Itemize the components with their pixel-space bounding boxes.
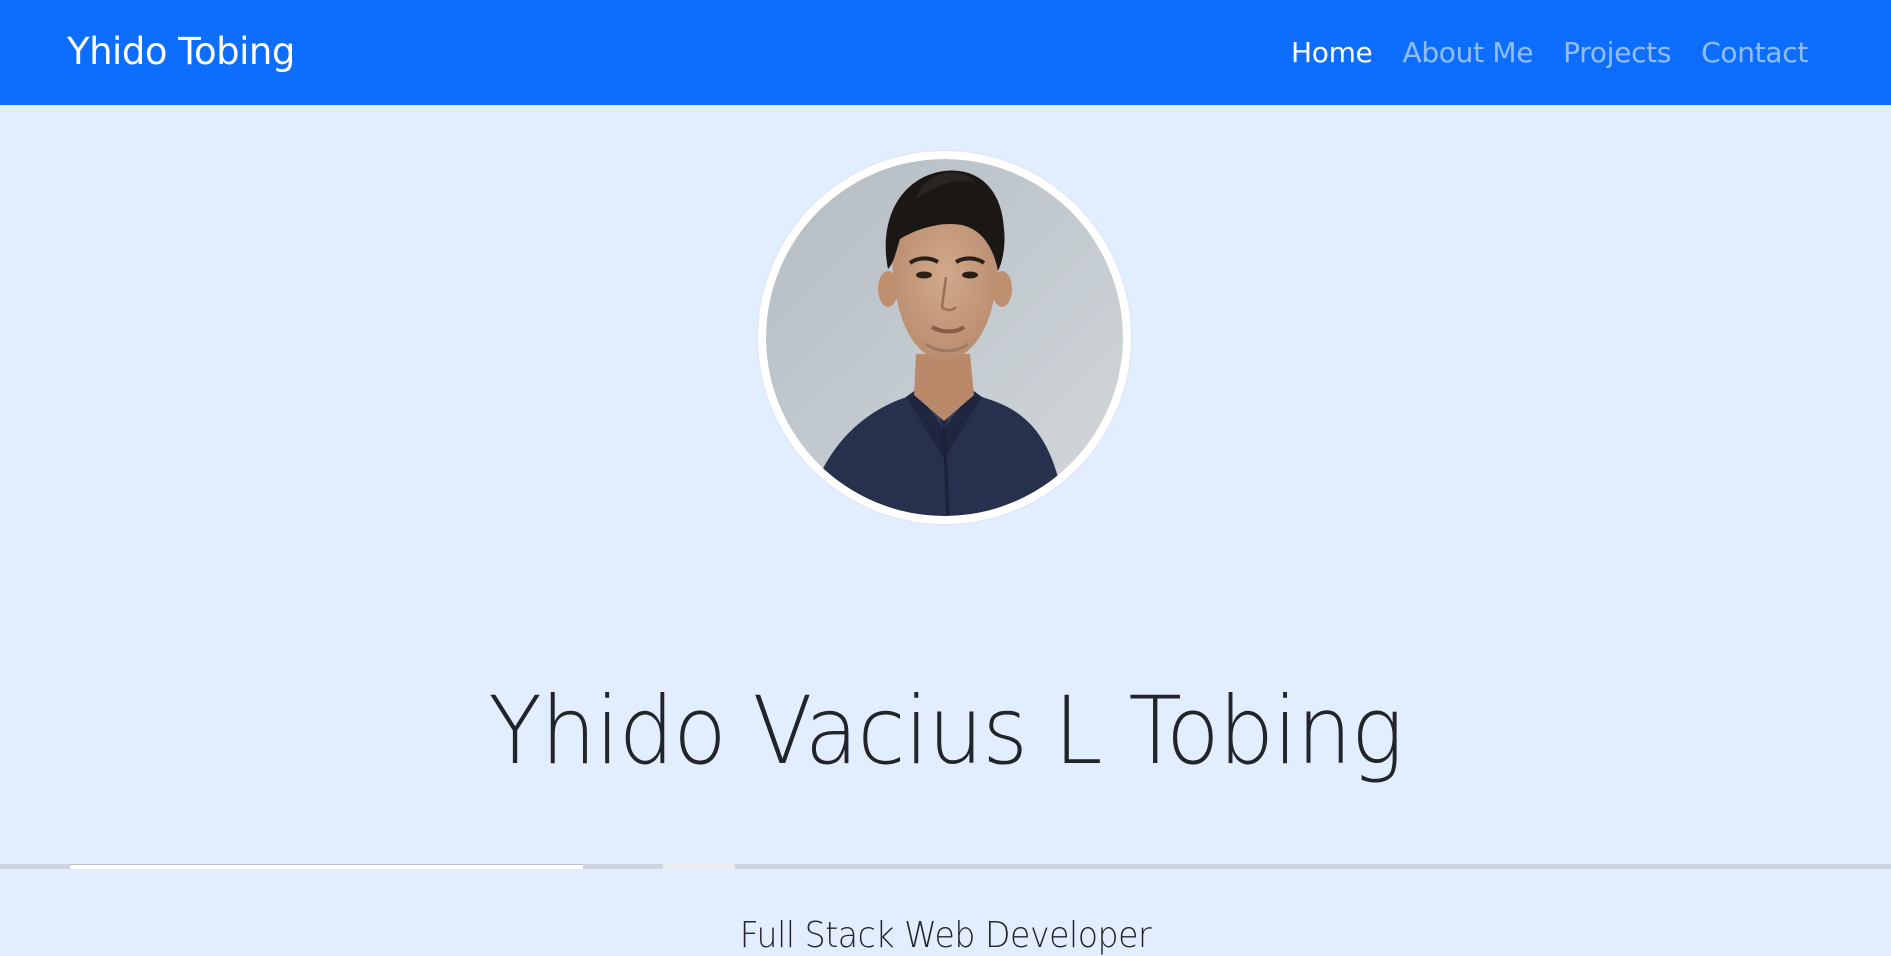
nav-link-about-me[interactable]: About Me (1402, 36, 1533, 69)
top-navbar: Yhido Tobing Home About Me Projects Cont… (0, 0, 1891, 105)
nav-link-projects[interactable]: Projects (1563, 36, 1671, 69)
brand-link[interactable]: Yhido Tobing (67, 30, 295, 73)
nav-link-home[interactable]: Home (1291, 36, 1373, 69)
nav-link-contact[interactable]: Contact (1701, 36, 1808, 69)
profile-photo (766, 159, 1123, 516)
hero-role: Full Stack Web Developer (739, 915, 1152, 956)
hero-section: Yhido Vacius L Tobing Full Stack Web Dev… (0, 105, 1891, 954)
bottom-strip (0, 864, 1891, 869)
strip-segment (70, 864, 583, 869)
hero-name: Yhido Vacius L Tobing (488, 677, 1403, 786)
avatar (758, 151, 1131, 524)
nav-menu: Home About Me Projects Contact (1291, 36, 1808, 69)
strip-segment (663, 864, 735, 869)
